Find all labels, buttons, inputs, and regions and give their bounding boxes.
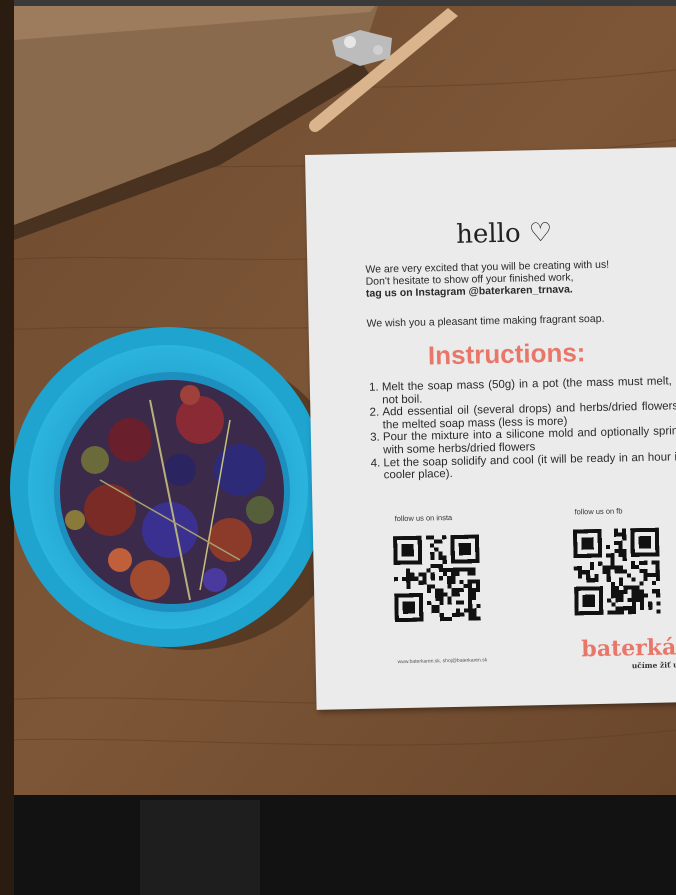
greeting-title: hello ♡ (455, 217, 553, 250)
footer-contact: www.baterkaren.sk, shoj@baterkaren.sk (397, 657, 488, 666)
brand-tagline: učíme žiť udrž (631, 660, 676, 671)
floor-shadow (0, 795, 676, 895)
brand-logo: baterkár (581, 634, 676, 663)
instructions-list: Melt the soap mass (50g) in a pot (the m… (368, 375, 676, 483)
instagram-qr-code (393, 534, 481, 623)
fb-label: follow us on fb (574, 506, 623, 517)
instructions-heading: Instructions: (427, 337, 586, 371)
wish-text: We wish you a pleasant time making fragr… (366, 312, 605, 330)
instruction-flyer: hello ♡ We are very excited that you wil… (305, 146, 676, 710)
dried-flowers (60, 380, 284, 604)
insta-label: follow us on insta (394, 512, 453, 524)
facebook-qr-code (572, 527, 661, 616)
photo-scene: hello ♡ We are very excited that you wil… (0, 0, 676, 895)
intro-text: We are very excited that you will be cre… (365, 257, 676, 300)
